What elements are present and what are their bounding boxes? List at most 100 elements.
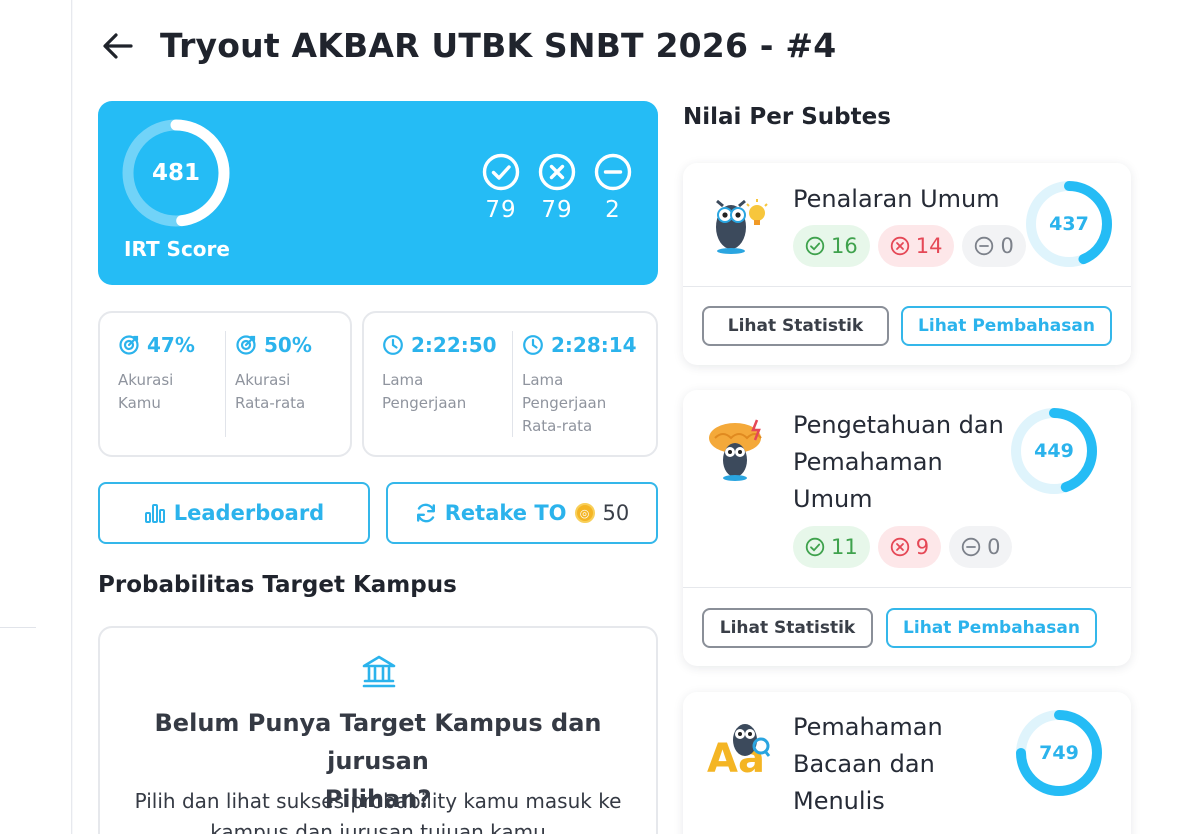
subtest-name-line-1: Pengetahuan dan [793, 411, 1004, 439]
accuracy-box: 47% Akurasi Kamu 50% Akurasi Rata-rata [98, 311, 352, 457]
probability-card: Belum Punya Target Kampus dan jurusan Pil… [98, 626, 658, 834]
subtest-card: Penalaran Umum 437 16 14 0 Lihat Statist… [683, 163, 1131, 365]
owl-reading-icon: Aa [707, 724, 771, 782]
my-accuracy: 47% Akurasi Kamu [118, 333, 195, 415]
subtest-name: Pengetahuan dan Pemahaman Umum [793, 407, 1004, 518]
skipped-count: 2 [605, 197, 621, 223]
accuracy-divider [225, 331, 226, 437]
skipped-summary: 2 [594, 153, 632, 223]
probability-heading-1: Belum Punya Target Kampus dan jurusan [154, 709, 602, 775]
correct-summary: 79 [482, 153, 520, 223]
subtest-name-line-1: Pemahaman [793, 713, 943, 741]
minus-circle-icon [961, 537, 981, 557]
avg-accuracy-value: 50% [264, 333, 312, 357]
irt-score-card: 481 IRT Score 79 79 2 [98, 101, 658, 285]
correct-pill-value: 16 [831, 234, 858, 258]
my-accuracy-label-1: Akurasi [118, 371, 174, 389]
avg-duration: 2:28:14 Lama Pengerjaan Rata-rata [522, 333, 637, 438]
skipped-pill: 0 [962, 225, 1026, 267]
minus-circle-icon [594, 153, 632, 191]
back-button[interactable] [102, 30, 134, 62]
probability-desc-1: Pilih dan lihat sukses probability kamu … [134, 789, 622, 813]
subtest-card: Aa Pemahaman Bacaan dan Menulis 749 [683, 692, 1131, 834]
my-accuracy-label-2: Kamu [118, 394, 161, 412]
refresh-icon [416, 503, 435, 523]
my-duration-label-1: Lama [382, 371, 424, 389]
retake-cost: 50 [602, 501, 630, 525]
card-divider [683, 286, 1131, 287]
x-circle-icon [890, 537, 909, 557]
leaderboard-button[interactable]: Leaderboard [98, 482, 370, 544]
correct-pill: 16 [793, 225, 870, 267]
subtest-answer-pills: 11 9 0 [793, 526, 1013, 568]
sidebar-divider [0, 627, 36, 628]
wrong-pill-value: 14 [915, 234, 943, 258]
subtest-name: Pemahaman Bacaan dan Menulis [793, 709, 943, 820]
my-duration: 2:22:50 Lama Pengerjaan [382, 333, 497, 415]
avg-duration-label-2: Pengerjaan [522, 394, 607, 412]
retake-button[interactable]: Retake TO ◎ 50 [386, 482, 658, 544]
owl-brain-icon [709, 419, 762, 481]
answer-summary: 79 79 2 [482, 153, 632, 223]
correct-pill: 11 [793, 526, 870, 568]
owl-thinking-icon [716, 199, 768, 254]
skipped-pill-value: 0 [1000, 234, 1014, 258]
subtest-answer-pills: 16 14 0 [793, 225, 1026, 267]
avg-duration-label-1: Lama [522, 371, 564, 389]
wrong-summary: 79 [538, 153, 576, 223]
wrong-pill-value: 9 [915, 535, 930, 559]
retake-label: Retake TO [444, 501, 567, 525]
check-circle-icon [482, 153, 520, 191]
correct-count: 79 [485, 197, 517, 223]
check-circle-icon [805, 537, 825, 557]
page-title: Tryout AKBAR UTBK SNBT 2026 - #4 [160, 26, 837, 65]
clock-icon [523, 335, 543, 355]
irt-score-label: IRT Score [124, 237, 230, 261]
wrong-pill: 14 [877, 225, 955, 267]
view-statistics-button[interactable]: Lihat Statistik [702, 306, 889, 346]
subtest-name-line-3: Umum [793, 485, 873, 513]
duration-divider [512, 331, 513, 437]
view-statistics-button[interactable]: Lihat Statistik [702, 608, 873, 648]
wrong-count: 79 [541, 197, 573, 223]
subtest-name-line-2: Bacaan dan [793, 750, 935, 778]
target-icon [119, 335, 139, 355]
arrow-left-icon [103, 32, 133, 59]
view-discussion-button[interactable]: Lihat Pembahasan [901, 306, 1112, 346]
avg-accuracy: 50% Akurasi Rata-rata [235, 333, 312, 415]
avg-duration-value: 2:28:14 [551, 333, 637, 357]
skipped-pill-value: 0 [987, 535, 1001, 559]
x-circle-icon [538, 153, 576, 191]
check-circle-icon [805, 236, 825, 256]
subtest-score: 749 [1039, 742, 1079, 764]
subtest-score-ring: 749 [1015, 709, 1103, 797]
page-header: Tryout AKBAR UTBK SNBT 2026 - #4 [102, 26, 836, 65]
view-discussion-button[interactable]: Lihat Pembahasan [886, 608, 1097, 648]
card-divider [683, 587, 1131, 588]
subtest-name: Penalaran Umum [793, 185, 1000, 213]
my-duration-label-2: Pengerjaan [382, 394, 467, 412]
irt-score-value: 481 [151, 160, 200, 186]
subtest-score-ring: 449 [1010, 407, 1098, 495]
probability-section-title: Probabilitas Target Kampus [98, 572, 457, 598]
subtest-score-ring: 437 [1025, 180, 1113, 268]
subtest-score: 437 [1049, 213, 1089, 235]
wrong-pill: 9 [877, 526, 942, 568]
correct-pill-value: 11 [831, 535, 858, 559]
score-ring: 481 [120, 117, 232, 229]
x-circle-icon [890, 236, 909, 256]
subtest-name-line-2: Pemahaman [793, 448, 943, 476]
left-sidebar-strip [0, 0, 72, 834]
my-accuracy-value: 47% [147, 333, 195, 357]
subtest-section-title: Nilai Per Subtes [683, 104, 891, 130]
bar-chart-icon [144, 504, 165, 523]
my-duration-value: 2:22:50 [411, 333, 497, 357]
duration-box: 2:22:50 Lama Pengerjaan 2:28:14 Lama Penge… [362, 311, 658, 457]
avg-accuracy-label-2: Rata-rata [235, 394, 306, 412]
avg-accuracy-label-1: Akurasi [235, 371, 291, 389]
subtest-score: 449 [1034, 440, 1074, 462]
probability-desc-2: kampus dan jurusan tujuan kamu [210, 820, 546, 834]
avg-duration-label-3: Rata-rata [522, 417, 593, 435]
subtest-name-line-3: Menulis [793, 787, 885, 815]
minus-circle-icon [975, 236, 994, 256]
